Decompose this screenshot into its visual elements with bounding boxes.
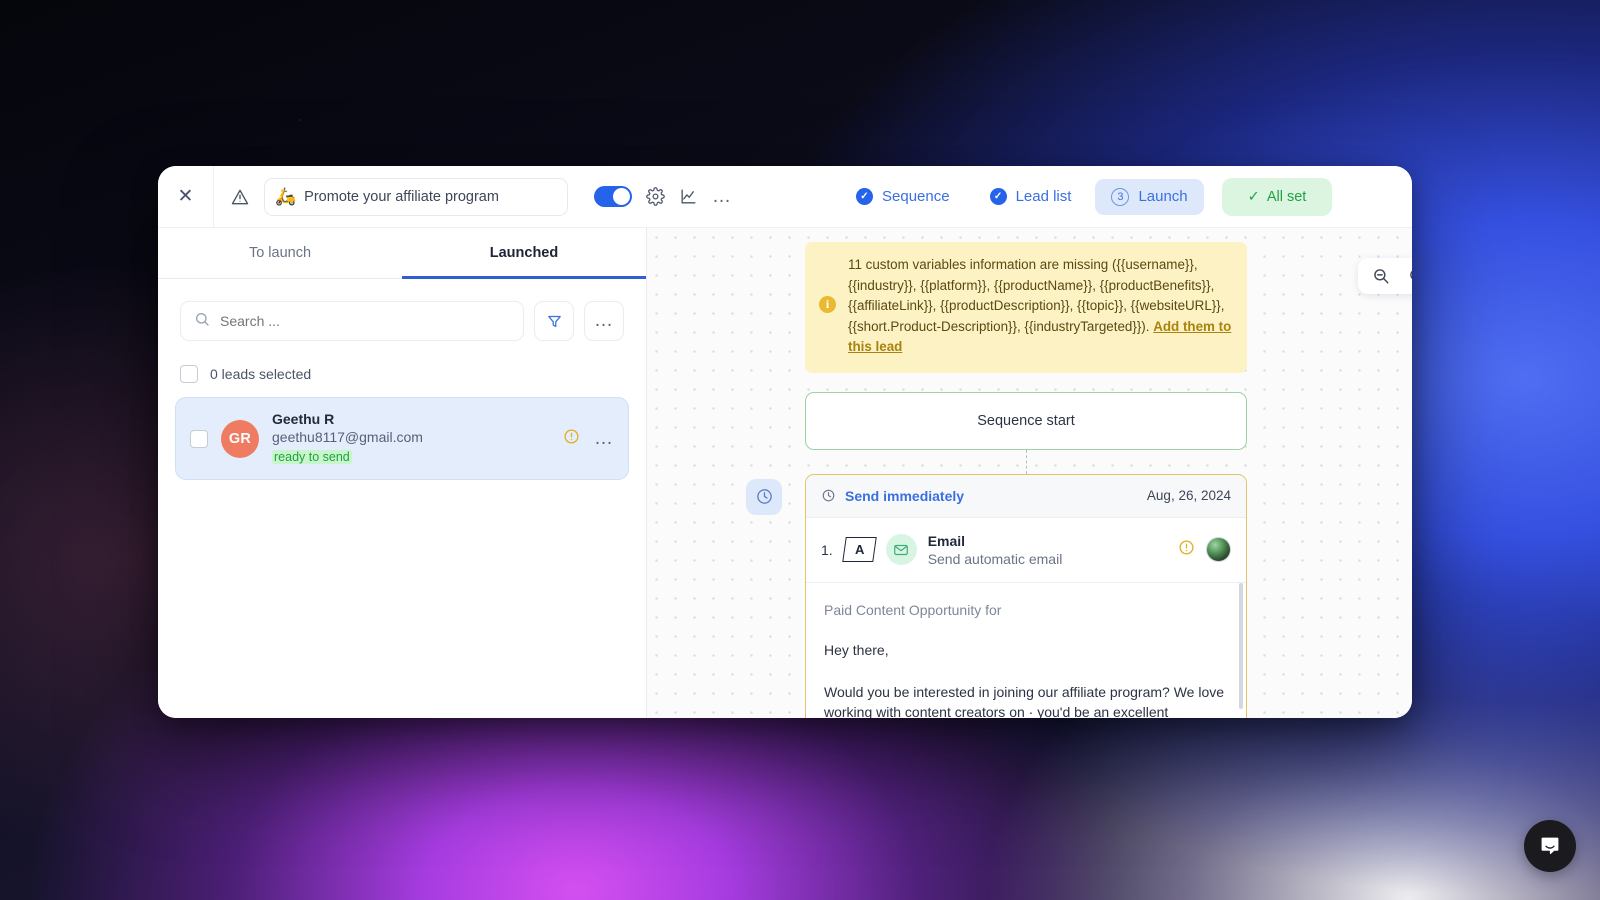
step-sequence-label: Sequence — [882, 188, 950, 205]
campaign-name-input[interactable]: 🛵 Promote your affiliate program — [264, 177, 568, 216]
step-launch[interactable]: 3 Launch — [1095, 178, 1204, 215]
search-row: … — [158, 279, 646, 341]
leads-more-button[interactable]: … — [584, 301, 624, 341]
info-circle-icon: i — [819, 296, 836, 313]
tab-to-launch[interactable]: To launch — [158, 228, 402, 279]
zoom-controls — [1358, 258, 1412, 294]
leads-panel-tabs: To launch Launched — [158, 228, 646, 279]
email-paragraph: Would you be interested in joining our a… — [824, 683, 1225, 718]
main-content: To launch Launched Search ... … 0 leads … — [158, 228, 1412, 718]
step-title: Email — [927, 532, 966, 549]
status-badge: ready to send — [272, 450, 352, 464]
zoom-in-icon[interactable] — [1408, 267, 1412, 285]
email-subject: Paid Content Opportunity for — [824, 601, 1002, 618]
campaign-name-value: Promote your affiliate program — [304, 188, 499, 205]
chat-bubble-icon[interactable] — [1524, 820, 1576, 872]
send-timing-button[interactable]: Send immediately — [821, 488, 964, 504]
list-item[interactable]: GR Geethu R geethu8117@gmail.com ready t… — [175, 397, 629, 480]
sequence-start-node[interactable]: Sequence start — [805, 391, 1247, 450]
lead-actions: … — [563, 428, 614, 450]
step-lead-list[interactable]: ✓ Lead list — [974, 179, 1088, 214]
alert-circle-icon[interactable] — [1178, 539, 1195, 561]
check-icon: ✓ — [989, 188, 1007, 205]
toolbar-more-button[interactable]: … — [712, 186, 732, 206]
avatar[interactable] — [1206, 537, 1231, 563]
wallpaper-stars — [299, 119, 300, 121]
lead-list: GR Geethu R geethu8117@gmail.com ready t… — [158, 383, 646, 480]
alert-circle-icon[interactable] — [563, 428, 580, 450]
lead-info: Geethu R geethu8117@gmail.com ready to s… — [272, 411, 550, 466]
email-preview: Paid Content Opportunity for Hey there, … — [806, 582, 1246, 718]
step-launch-label: Launch — [1138, 188, 1188, 205]
step-lead-list-label: Lead list — [1015, 188, 1072, 205]
avatar: GR — [221, 419, 259, 458]
more-icon: … — [594, 310, 614, 332]
all-set-button[interactable]: ✓ All set — [1221, 177, 1333, 216]
step-sequence[interactable]: ✓ Sequence — [840, 179, 966, 214]
envelope-icon — [885, 534, 917, 566]
step-date: Aug, 26, 2024 — [1146, 488, 1231, 504]
sequence-flow: i 11 custom variables information are mi… — [746, 242, 1247, 718]
email-scrollbar[interactable] — [1239, 582, 1243, 709]
sequence-start-label: Sequence start — [977, 412, 1075, 429]
tab-launched[interactable]: Launched — [402, 228, 646, 279]
email-paragraph: Hey there, — [824, 641, 889, 658]
select-all-checkbox[interactable] — [180, 365, 198, 383]
filter-funnel-icon[interactable] — [534, 301, 574, 341]
send-timing-label: Send immediately — [845, 487, 965, 504]
leads-selected-label: 0 leads selected — [210, 366, 312, 382]
select-all-row: 0 leads selected — [158, 341, 646, 383]
variant-label: A — [854, 542, 864, 558]
leads-panel: To launch Launched Search ... … 0 leads … — [158, 228, 647, 718]
lead-name: Geethu R — [272, 411, 335, 427]
close-icon: ✕ — [177, 186, 194, 207]
sequence-step-wrapper: Send immediately Aug, 26, 2024 1. A Emai… — [746, 473, 1247, 718]
variant-badge[interactable]: A — [841, 537, 877, 563]
missing-variables-text: 11 custom variables information are miss… — [848, 255, 1233, 358]
zoom-out-icon[interactable] — [1372, 267, 1390, 285]
missing-variables-banner: i 11 custom variables information are mi… — [805, 242, 1247, 373]
step-subtitle: Send automatic email — [927, 550, 1063, 567]
check-icon: ✓ — [856, 188, 873, 205]
all-set-label: All set — [1266, 188, 1307, 205]
search-icon — [194, 311, 210, 332]
wizard-steps: ✓ Sequence ✓ Lead list 3 Launch — [840, 178, 1204, 215]
lead-checkbox[interactable] — [190, 429, 208, 448]
step-channel-row[interactable]: 1. A Email Send automatic email — [806, 518, 1246, 583]
step-texts: Email Send automatic email — [928, 533, 1167, 567]
close-button[interactable]: ✕ — [158, 166, 214, 228]
lead-more-button[interactable]: … — [594, 428, 614, 448]
app-window: ✕ 🛵 Promote your affiliate program … ✓ S… — [158, 166, 1412, 718]
search-box[interactable] — [180, 301, 524, 341]
toolbar-icon-group: … — [594, 186, 732, 207]
lead-email: geethu8117@gmail.com — [272, 429, 423, 445]
check-icon: ✓ — [1247, 188, 1260, 205]
flow-connector — [1025, 449, 1027, 474]
clock-icon[interactable] — [746, 478, 782, 515]
sequence-canvas: i 11 custom variables information are mi… — [647, 228, 1412, 718]
search-input[interactable] — [220, 313, 510, 329]
top-toolbar: ✕ 🛵 Promote your affiliate program … ✓ S… — [158, 166, 1412, 228]
warning-triangle-icon[interactable] — [230, 187, 250, 207]
sequence-step-card: Send immediately Aug, 26, 2024 1. A Emai… — [805, 473, 1247, 718]
step-number-badge: 3 — [1111, 187, 1130, 206]
scooter-icon: 🛵 — [275, 187, 297, 206]
toggle-knob — [613, 188, 630, 205]
step-header: Send immediately Aug, 26, 2024 — [806, 474, 1246, 518]
step-index: 1. — [821, 541, 833, 558]
campaign-enable-toggle[interactable] — [594, 186, 632, 207]
chart-line-icon[interactable] — [679, 187, 698, 206]
gear-icon[interactable] — [646, 187, 665, 206]
